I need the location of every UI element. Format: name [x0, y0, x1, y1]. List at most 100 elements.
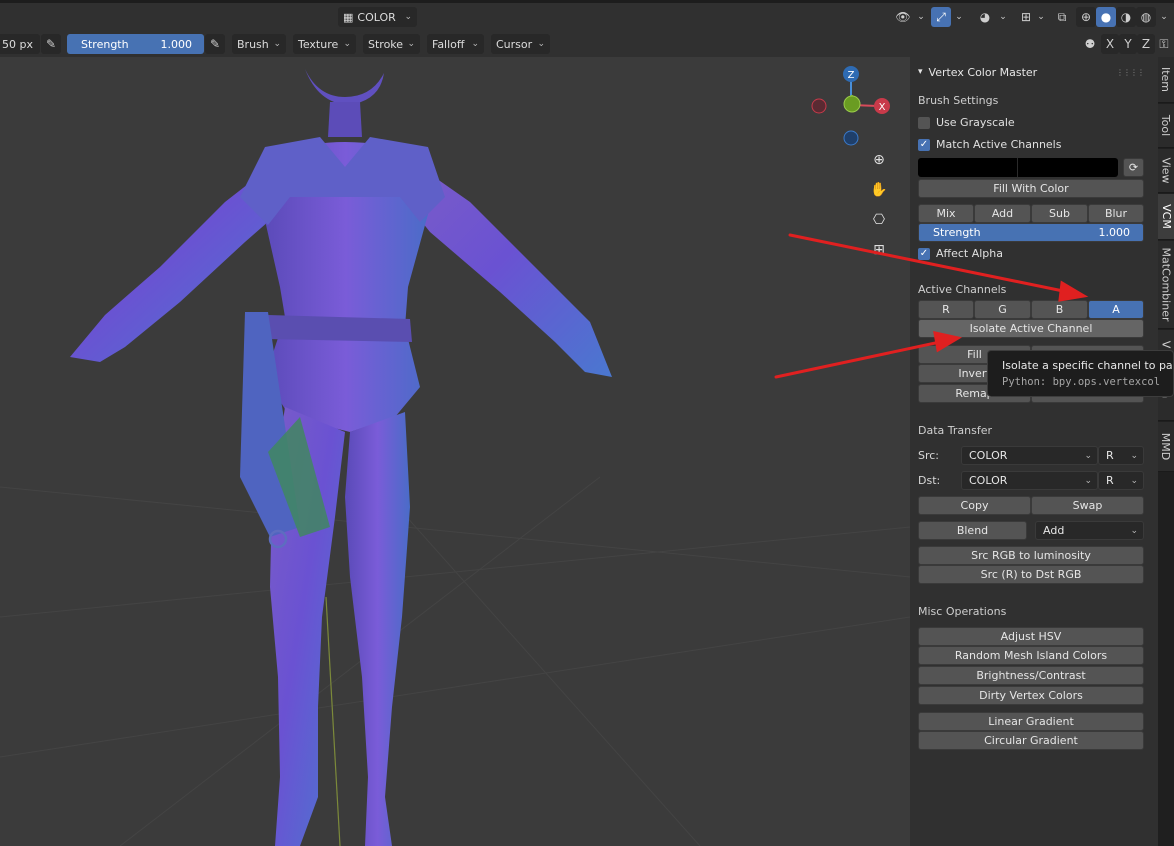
chevron-down-icon: ⌄: [407, 39, 415, 49]
gizmo-x-label: X: [879, 102, 886, 113]
chevron-down-icon: ⌄: [1130, 525, 1138, 536]
match-active-channels-checkbox[interactable]: ✓ Match Active Channels: [918, 138, 1061, 151]
tab-tool[interactable]: Tool: [1158, 104, 1174, 148]
chevron-down-icon[interactable]: ⌄: [995, 7, 1011, 27]
material-shading-icon[interactable]: ◑: [1116, 7, 1136, 27]
radius-field[interactable]: 50 px: [0, 34, 40, 54]
channel-r-button[interactable]: R: [918, 300, 974, 319]
grid-icon: ▦: [343, 10, 354, 24]
gizmo-neg-x-axis[interactable]: [811, 98, 827, 114]
chevron-down-icon: ⌄: [1130, 475, 1138, 486]
strength-slider[interactable]: Strength 1.000: [918, 223, 1144, 242]
blend-mode-dropdown[interactable]: Add ⌄: [1035, 521, 1144, 540]
viewport-header: ▦ COLOR ⌄ 👁 ⌄ ⤢ ⌄ ◕ ⌄ ⊞ ⌄ ⧉ ⊕ ● ◑ ◍ ⌄: [0, 0, 1174, 31]
src-r-to-dst-rgb-button[interactable]: Src (R) to Dst RGB: [918, 565, 1144, 584]
dst-layer-dropdown[interactable]: COLOR ⌄: [961, 471, 1098, 490]
color-swatch[interactable]: [918, 158, 1118, 177]
falloff-menu[interactable]: Falloff ⌄: [427, 34, 484, 54]
blend-button[interactable]: Blend: [918, 521, 1027, 540]
texture-menu[interactable]: Texture ⌄: [293, 34, 356, 54]
circular-gradient-button[interactable]: Circular Gradient: [918, 731, 1144, 750]
rendered-shading-icon[interactable]: ◍: [1136, 7, 1156, 27]
chevron-down-icon: ⌄: [273, 39, 281, 49]
gizmo-z-label: Z: [848, 70, 855, 81]
symmetry-z-button[interactable]: Z: [1137, 34, 1155, 54]
tab-mmd[interactable]: MMD: [1158, 422, 1174, 472]
camera-icon[interactable]: ⎔: [867, 208, 891, 232]
chevron-down-icon: ⌄: [471, 39, 479, 49]
isolate-active-channel-button[interactable]: Isolate Active Channel: [918, 319, 1144, 338]
src-rgb-to-luminosity-button[interactable]: Src RGB to luminosity: [918, 546, 1144, 565]
swap-colors-icon[interactable]: ⟳: [1123, 158, 1144, 177]
overlays-icon[interactable]: ◕: [975, 7, 995, 27]
tooltip-text: Isolate a specific channel to pain: [1002, 359, 1174, 372]
perspective-grid-icon[interactable]: ⊞: [867, 238, 891, 262]
channel-g-button[interactable]: G: [974, 300, 1031, 319]
3d-viewport[interactable]: Z X ⊕ ✋ ⎔ ⊞: [0, 57, 910, 846]
chevron-down-icon[interactable]: ⌄: [1034, 7, 1048, 27]
src-layer-dropdown[interactable]: COLOR ⌄: [961, 446, 1098, 465]
copy-button[interactable]: Copy: [918, 496, 1031, 515]
random-mesh-island-colors-button[interactable]: Random Mesh Island Colors: [918, 646, 1144, 665]
gizmo-neg-z-axis[interactable]: [843, 130, 859, 146]
solid-shading-icon[interactable]: ●: [1096, 7, 1116, 27]
nav-gizmo[interactable]: Z X: [0, 57, 910, 846]
symmetry-x-button[interactable]: X: [1101, 34, 1119, 54]
xray-icon[interactable]: ⧉: [1052, 7, 1072, 27]
chevron-down-icon: ⌄: [537, 39, 545, 49]
wireframe-shading-icon[interactable]: ⊕: [1076, 7, 1096, 27]
mode-label: COLOR: [357, 10, 396, 24]
tab-matcombiner[interactable]: MatCombiner: [1158, 241, 1174, 329]
linear-gradient-button[interactable]: Linear Gradient: [918, 712, 1144, 731]
gizmo-y-axis[interactable]: [843, 95, 861, 113]
chevron-down-icon: ⌄: [343, 39, 351, 49]
checkbox-icon: [918, 116, 930, 129]
pressure-pen-icon[interactable]: ✎: [41, 34, 61, 54]
dirty-vertex-colors-button[interactable]: Dirty Vertex Colors: [918, 686, 1144, 705]
checkmark-icon: ✓: [918, 138, 930, 151]
mesh-edit-overlay-icon[interactable]: ⊞: [1016, 7, 1036, 27]
tab-view[interactable]: View: [1158, 149, 1174, 193]
sidebar-panel: ▾ Vertex Color Master ⋮⋮⋮⋮ Brush Setting…: [910, 57, 1158, 846]
tooltip: Isolate a specific channel to pain Pytho…: [987, 350, 1174, 397]
blend-add-button[interactable]: Add: [974, 204, 1031, 223]
chevron-down-icon: ⌄: [1084, 450, 1092, 461]
stroke-menu[interactable]: Stroke ⌄: [363, 34, 420, 54]
visibility-icon[interactable]: 👁: [893, 7, 913, 27]
chevron-down-icon: ⌄: [404, 12, 412, 22]
active-channels-heading: Active Channels: [918, 283, 1007, 296]
tab-item[interactable]: Item: [1158, 57, 1174, 103]
blend-mix-button[interactable]: Mix: [918, 204, 974, 223]
sidebar-tabs: Item Tool View VCM MatCombiner V rta MMD: [1158, 57, 1174, 846]
cursor-menu[interactable]: Cursor ⌄: [491, 34, 550, 54]
adjust-hsv-button[interactable]: Adjust HSV: [918, 627, 1144, 646]
dst-channel-dropdown[interactable]: R ⌄: [1098, 471, 1144, 490]
symmetry-y-button[interactable]: Y: [1119, 34, 1137, 54]
strength-field[interactable]: Strength 1.000: [67, 34, 204, 54]
chevron-down-icon: ⌄: [1084, 475, 1092, 486]
src-channel-dropdown[interactable]: R ⌄: [1098, 446, 1144, 465]
tab-vcm[interactable]: VCM: [1158, 194, 1174, 240]
zoom-icon[interactable]: ⊕: [867, 148, 891, 172]
pan-hand-icon[interactable]: ✋: [867, 178, 891, 202]
affect-alpha-checkbox[interactable]: ✓ Affect Alpha: [918, 247, 1003, 260]
channel-b-button[interactable]: B: [1031, 300, 1088, 319]
pressure-pen-icon[interactable]: ✎: [205, 34, 225, 54]
brush-menu[interactable]: Brush ⌄: [232, 34, 286, 54]
use-grayscale-checkbox[interactable]: Use Grayscale: [918, 116, 1015, 129]
checkmark-icon: ✓: [918, 247, 930, 260]
brush-settings-heading: Brush Settings: [918, 94, 999, 107]
brightness-contrast-button[interactable]: Brightness/Contrast: [918, 666, 1144, 685]
fill-with-color-button[interactable]: Fill With Color: [918, 179, 1144, 198]
blend-blur-button[interactable]: Blur: [1088, 204, 1144, 223]
mode-dropdown[interactable]: ▦ COLOR ⌄: [338, 7, 417, 27]
symmetry-icon: ⚉: [1084, 37, 1096, 51]
channel-a-button[interactable]: A: [1088, 300, 1144, 319]
chevron-down-icon[interactable]: ⌄: [913, 7, 929, 27]
chevron-down-icon[interactable]: ⌄: [951, 7, 967, 27]
lock-icon[interactable]: ⚿: [1156, 34, 1172, 54]
swap-button[interactable]: Swap: [1031, 496, 1144, 515]
gizmo-toggle-icon[interactable]: ⤢: [931, 7, 951, 27]
chevron-down-icon[interactable]: ⌄: [1156, 7, 1172, 27]
blend-sub-button[interactable]: Sub: [1031, 204, 1088, 223]
